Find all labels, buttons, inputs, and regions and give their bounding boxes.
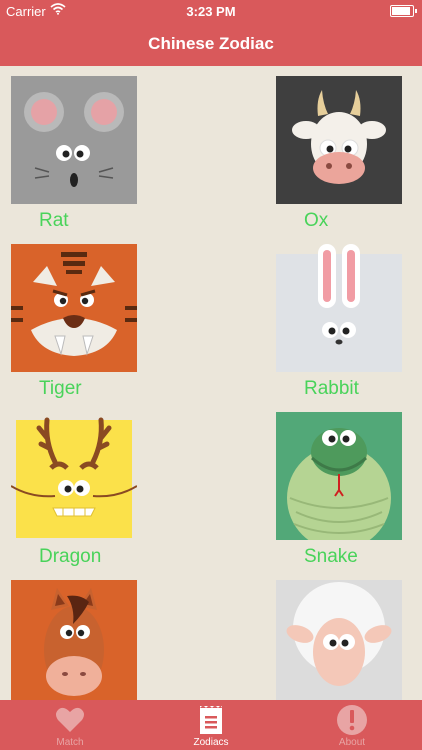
tiger-icon xyxy=(11,244,137,372)
page-title: Chinese Zodiac xyxy=(148,34,274,53)
tab-zodiacs[interactable]: Zodiacs xyxy=(141,700,281,750)
heart-icon xyxy=(54,704,86,736)
tab-zodiacs-label: Zodiacs xyxy=(193,737,229,748)
tab-about[interactable]: About xyxy=(282,700,422,750)
snake-icon xyxy=(276,412,402,550)
navigation-bar: Chinese Zodiac xyxy=(0,22,422,66)
zodiac-label-dragon: Dragon xyxy=(39,546,102,567)
tab-match-label: Match xyxy=(56,737,84,748)
ox-icon xyxy=(276,76,402,204)
exclamation-icon xyxy=(336,704,368,736)
list-icon xyxy=(195,704,227,736)
zodiac-label-snake: Snake xyxy=(304,546,358,567)
tab-bar: Match Zodiacs About xyxy=(0,700,422,750)
tab-about-label: About xyxy=(338,737,366,748)
rabbit-icon xyxy=(276,244,402,372)
tab-match[interactable]: Match xyxy=(0,700,140,750)
battery-icon xyxy=(390,5,417,17)
zodiac-label-rat: Rat xyxy=(39,210,69,231)
zodiac-label-tiger: Tiger xyxy=(39,378,82,399)
zodiac-grid: Rat Ox Tiger Rabbit Dragon Snake xyxy=(0,66,422,700)
horse-icon xyxy=(11,580,137,700)
goat-icon xyxy=(276,580,402,700)
zodiac-label-rabbit: Rabbit xyxy=(304,378,359,399)
dragon-icon xyxy=(10,412,138,540)
rat-icon xyxy=(11,76,137,204)
status-bar: Carrier 3:23 PM xyxy=(0,0,422,22)
status-time: 3:23 PM xyxy=(186,4,236,19)
zodiac-label-ox: Ox xyxy=(304,210,329,231)
